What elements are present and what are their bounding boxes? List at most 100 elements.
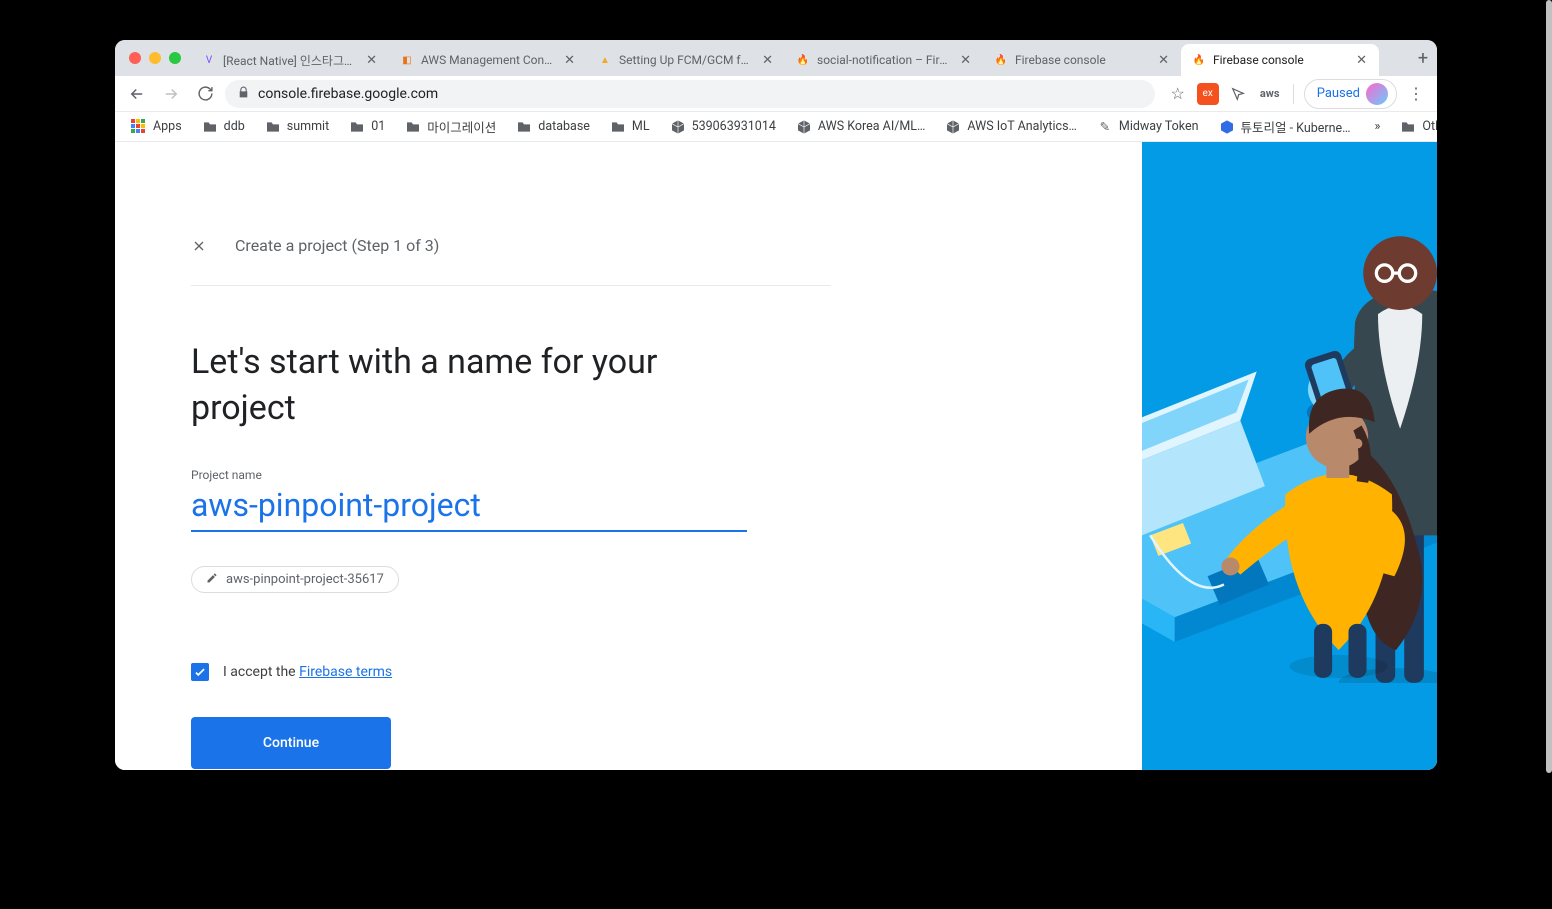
bookmark-item[interactable]: ML xyxy=(602,115,658,139)
bookmark-item[interactable]: 539063931014 xyxy=(662,115,784,139)
extension-icon[interactable]: ex xyxy=(1197,83,1219,105)
folder-icon xyxy=(202,119,218,135)
favicon: V xyxy=(201,52,217,68)
close-tab-icon[interactable]: ✕ xyxy=(760,51,775,70)
tab-title: Setting Up FCM/GCM for F xyxy=(619,53,754,67)
close-tab-icon[interactable]: ✕ xyxy=(1354,51,1369,70)
bookmark-item[interactable]: 마이그레이션 xyxy=(397,113,504,140)
bookmark-label: ML xyxy=(632,119,650,134)
paused-label: Paused xyxy=(1317,86,1360,101)
browser-tab[interactable]: V [React Native] 인스타그램 U ✕ xyxy=(191,44,389,76)
tab-title: social-notification – Fireb xyxy=(817,53,952,67)
browser-tab[interactable]: ◧ AWS Management Consol ✕ xyxy=(389,44,587,76)
aws-icon xyxy=(945,119,961,135)
close-tab-icon[interactable]: ✕ xyxy=(364,51,379,70)
star-icon[interactable]: ☆ xyxy=(1165,81,1191,107)
bookmark-item[interactable]: ddb xyxy=(194,115,253,139)
favicon: 🔥 xyxy=(1191,52,1207,68)
project-id-chip[interactable]: aws-pinpoint-project-35617 xyxy=(191,566,399,593)
bookmark-item[interactable]: 튜토리얼 - Kuberne… xyxy=(1211,113,1359,140)
bookmark-label: 마이그레이션 xyxy=(427,117,496,136)
aws-icon xyxy=(670,119,686,135)
new-tab-button[interactable]: + xyxy=(1409,40,1437,76)
illustration-panel xyxy=(1142,142,1437,770)
back-button[interactable] xyxy=(123,80,151,108)
folder-icon xyxy=(1400,119,1416,135)
folder-icon xyxy=(405,119,421,135)
zoom-window-button[interactable] xyxy=(169,52,181,64)
bookmark-item[interactable]: AWS Korea AI/ML… xyxy=(788,115,934,139)
forward-button[interactable] xyxy=(157,80,185,108)
browser-tab[interactable]: ▲ Setting Up FCM/GCM for F ✕ xyxy=(587,44,785,76)
folder-icon xyxy=(516,119,532,135)
bookmarks-bar: Apps ddb summit 01 마이그레이션 database ML 53906393… xyxy=(115,112,1437,142)
bookmark-item[interactable]: AWS IoT Analytics… xyxy=(937,115,1085,139)
bookmark-label: summit xyxy=(287,119,329,134)
bookmark-label: AWS IoT Analytics… xyxy=(967,119,1077,134)
address-bar[interactable]: console.firebase.google.com xyxy=(225,80,1155,108)
avatar xyxy=(1366,83,1388,105)
project-name-label: Project name xyxy=(191,468,1142,482)
browser-tab[interactable]: 🔥 Firebase console ✕ xyxy=(1181,44,1379,76)
bookmark-item[interactable]: database xyxy=(508,115,598,139)
favicon: 🔥 xyxy=(795,52,811,68)
step-title: Create a project (Step 1 of 3) xyxy=(235,236,439,255)
tab-strip: V [React Native] 인스타그램 U ✕◧ AWS Manageme… xyxy=(115,40,1437,76)
profile-paused-chip[interactable]: Paused xyxy=(1304,79,1397,109)
project-id-text: aws-pinpoint-project-35617 xyxy=(226,572,384,587)
tab-title: Firebase console xyxy=(1015,53,1150,67)
accept-prefix: I accept the xyxy=(223,664,299,680)
apps-shortcut[interactable]: Apps xyxy=(123,115,190,139)
bookmark-label: ddb xyxy=(224,119,245,134)
browser-tab[interactable]: 🔥 social-notification – Fireb ✕ xyxy=(785,44,983,76)
accept-terms-text: I accept the Firebase terms xyxy=(223,664,392,680)
close-icon[interactable] xyxy=(191,238,207,259)
bookmark-label: 01 xyxy=(371,119,385,134)
firebase-terms-link[interactable]: Firebase terms xyxy=(299,664,392,680)
bookmark-label: database xyxy=(538,119,590,134)
lock-icon xyxy=(237,86,250,102)
bookmarks-overflow[interactable]: » xyxy=(1367,115,1389,138)
kubernetes-icon xyxy=(1219,119,1235,135)
browser-window: V [React Native] 인스타그램 U ✕◧ AWS Manageme… xyxy=(115,40,1437,770)
extension-aws-icon[interactable]: aws xyxy=(1257,81,1283,107)
pencil-icon xyxy=(206,572,218,587)
illustration xyxy=(1142,142,1437,683)
project-name-input[interactable] xyxy=(191,484,747,532)
bookmark-label: 튜토리얼 - Kuberne… xyxy=(1241,117,1351,136)
favicon: 🔥 xyxy=(993,52,1009,68)
apps-icon xyxy=(131,119,147,135)
aws-icon xyxy=(796,119,812,135)
other-bookmarks[interactable]: Other Bookmarks xyxy=(1392,115,1437,139)
accept-terms-checkbox[interactable] xyxy=(191,663,209,681)
create-project-form: Create a project (Step 1 of 3) Let's sta… xyxy=(115,142,1142,770)
bookmark-item[interactable]: ✎Midway Token xyxy=(1089,115,1207,139)
minimize-window-button[interactable] xyxy=(149,52,161,64)
continue-button[interactable]: Continue xyxy=(191,717,391,769)
browser-menu-button[interactable]: ⋮ xyxy=(1403,81,1429,107)
page-heading: Let's start with a name for your project xyxy=(191,340,671,432)
favicon: ▲ xyxy=(597,52,613,68)
browser-toolbar: console.firebase.google.com ☆ ex aws Pau… xyxy=(115,76,1437,112)
bookmark-label: 539063931014 xyxy=(692,119,776,134)
tab-title: [React Native] 인스타그램 U xyxy=(223,52,358,69)
folder-icon xyxy=(349,119,365,135)
browser-tab[interactable]: 🔥 Firebase console ✕ xyxy=(983,44,1181,76)
close-tab-icon[interactable]: ✕ xyxy=(958,51,973,70)
reload-button[interactable] xyxy=(191,80,219,108)
page-content: Create a project (Step 1 of 3) Let's sta… xyxy=(115,142,1437,770)
tabs-container: V [React Native] 인스타그램 U ✕◧ AWS Manageme… xyxy=(191,40,1409,76)
close-tab-icon[interactable]: ✕ xyxy=(1156,51,1171,70)
folder-icon xyxy=(610,119,626,135)
close-tab-icon[interactable]: ✕ xyxy=(562,51,577,70)
bookmark-item[interactable]: summit xyxy=(257,115,337,139)
extension-cursor-icon[interactable] xyxy=(1225,81,1251,107)
bookmark-item[interactable]: 01 xyxy=(341,115,393,139)
close-window-button[interactable] xyxy=(129,52,141,64)
favicon: ◧ xyxy=(399,52,415,68)
overflow-icon: » xyxy=(1375,119,1381,134)
tab-title: Firebase console xyxy=(1213,53,1348,67)
bookmark-label: AWS Korea AI/ML… xyxy=(818,119,926,134)
bookmarks-items: ddb summit 01 마이그레이션 database ML 539063931014 A… xyxy=(194,113,1359,140)
toolbar-right: ☆ ex aws Paused ⋮ xyxy=(1161,79,1429,109)
